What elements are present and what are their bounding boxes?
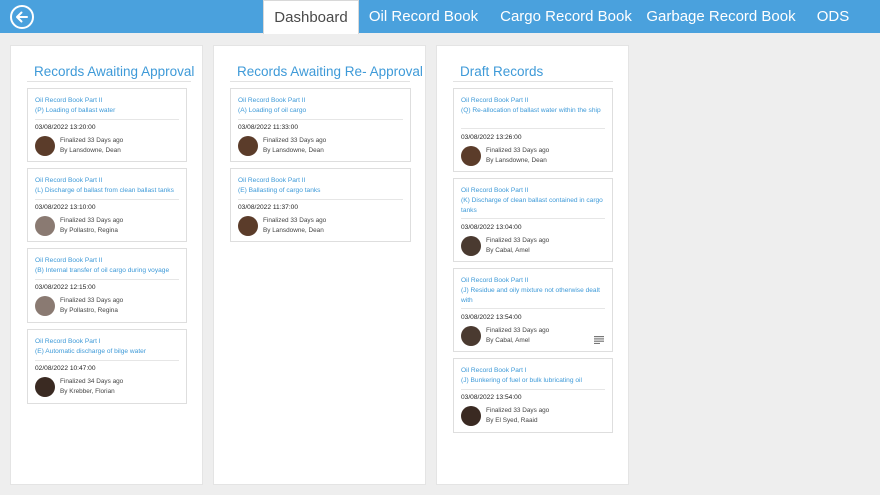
tab-cargo-record-book[interactable]: Cargo Record Book — [493, 0, 639, 33]
tab-garbage-record-book[interactable]: Garbage Record Book — [646, 0, 796, 33]
divider — [461, 128, 605, 129]
back-arrow-icon[interactable] — [10, 5, 34, 29]
divider — [453, 81, 613, 82]
author-name: By Cabal, Amel — [486, 247, 530, 254]
record-card[interactable]: Oil Record Book Part I (E) Automatic dis… — [27, 329, 187, 404]
record-date: 03/08/2022 13:20:00 — [35, 124, 96, 131]
divider — [230, 81, 410, 82]
finalized-status: Finalized 34 Days ago — [60, 378, 124, 385]
tab-dashboard[interactable]: Dashboard — [263, 0, 359, 34]
record-book-link[interactable]: Oil Record Book Part II — [461, 277, 528, 284]
divider — [461, 218, 605, 219]
record-book-link[interactable]: Oil Record Book Part II — [35, 257, 102, 264]
divider — [35, 360, 179, 361]
column-awaiting-approval: Records Awaiting Approval Oil Record Boo… — [10, 45, 203, 485]
record-book-link[interactable]: Oil Record Book Part II — [35, 97, 102, 104]
author-name: By Lansdowne, Dean — [263, 227, 324, 234]
finalized-status: Finalized 33 Days ago — [60, 137, 124, 144]
author-name: By Lansdowne, Dean — [60, 147, 121, 154]
divider — [238, 199, 403, 200]
finalized-status: Finalized 33 Days ago — [486, 147, 550, 154]
finalized-status: Finalized 33 Days ago — [263, 137, 327, 144]
divider — [461, 308, 605, 309]
record-card[interactable]: Oil Record Book Part I (J) Bunkering of … — [453, 358, 613, 433]
record-book-link[interactable]: Oil Record Book Part II — [238, 177, 305, 184]
record-card[interactable]: Oil Record Book Part II (A) Loading of o… — [230, 88, 411, 162]
divider — [35, 199, 179, 200]
tab-ods[interactable]: ODS — [808, 0, 858, 33]
record-description-link[interactable]: (J) Bunkering of fuel or bulk lubricatin… — [461, 376, 606, 386]
divider — [35, 119, 179, 120]
record-book-link[interactable]: Oil Record Book Part I — [35, 338, 101, 345]
top-navigation-bar: Dashboard Oil Record Book Cargo Record B… — [0, 0, 880, 34]
record-book-link[interactable]: Oil Record Book Part II — [238, 97, 305, 104]
record-date: 02/08/2022 10:47:00 — [35, 365, 96, 372]
record-date: 03/08/2022 13:54:00 — [461, 314, 522, 321]
finalized-status: Finalized 33 Days ago — [263, 217, 327, 224]
divider — [461, 389, 605, 390]
avatar — [35, 296, 55, 316]
author-name: By El Syed, Raaid — [486, 417, 538, 424]
record-card[interactable]: Oil Record Book Part II (B) Internal tra… — [27, 248, 187, 323]
record-description-link[interactable]: (E) Automatic discharge of bilge water — [35, 347, 180, 357]
record-card[interactable]: Oil Record Book Part II (P) Loading of b… — [27, 88, 187, 162]
record-date: 03/08/2022 11:33:00 — [238, 124, 299, 131]
avatar — [238, 136, 258, 156]
avatar — [35, 377, 55, 397]
record-description-link[interactable]: (P) Loading of ballast water — [35, 106, 180, 116]
record-date: 03/08/2022 13:26:00 — [461, 134, 522, 141]
avatar — [461, 326, 481, 346]
author-name: By Pollastro, Regina — [60, 227, 118, 234]
divider — [27, 81, 191, 82]
column-title: Records Awaiting Approval — [34, 64, 195, 79]
record-card[interactable]: Oil Record Book Part II (K) Discharge of… — [453, 178, 613, 262]
record-date: 03/08/2022 11:37:00 — [238, 204, 299, 211]
finalized-status: Finalized 33 Days ago — [60, 297, 124, 304]
record-description-link[interactable]: (K) Discharge of clean ballast contained… — [461, 196, 606, 215]
avatar — [35, 216, 55, 236]
avatar — [461, 146, 481, 166]
record-date: 03/08/2022 13:54:00 — [461, 394, 522, 401]
author-name: By Lansdowne, Dean — [263, 147, 324, 154]
record-date: 03/08/2022 13:10:00 — [35, 204, 96, 211]
avatar — [238, 216, 258, 236]
record-book-link[interactable]: Oil Record Book Part I — [461, 367, 527, 374]
record-description-link[interactable]: (B) Internal transfer of oil cargo durin… — [35, 266, 180, 276]
record-description-link[interactable]: (Q) Re-allocation of ballast water withi… — [461, 106, 606, 116]
record-date: 03/08/2022 13:04:00 — [461, 224, 522, 231]
finalized-status: Finalized 33 Days ago — [60, 217, 124, 224]
column-draft-records: Draft Records Oil Record Book Part II (Q… — [436, 45, 629, 485]
tab-oil-record-book[interactable]: Oil Record Book — [361, 0, 486, 33]
record-description-link[interactable]: (A) Loading of oil cargo — [238, 106, 404, 116]
record-card[interactable]: Oil Record Book Part II (J) Residue and … — [453, 268, 613, 352]
author-name: By Pollastro, Regina — [60, 307, 118, 314]
record-description-link[interactable]: (E) Ballasting of cargo tanks — [238, 186, 404, 196]
record-date: 03/08/2022 12:15:00 — [35, 284, 96, 291]
divider — [238, 119, 403, 120]
record-card[interactable]: Oil Record Book Part II (Q) Re-allocatio… — [453, 88, 613, 172]
record-book-link[interactable]: Oil Record Book Part II — [461, 187, 528, 194]
record-description-link[interactable]: (J) Residue and oily mixture not otherwi… — [461, 286, 606, 305]
author-name: By Cabal, Amel — [486, 337, 530, 344]
avatar — [35, 136, 55, 156]
record-card[interactable]: Oil Record Book Part II (E) Ballasting o… — [230, 168, 411, 242]
divider — [35, 279, 179, 280]
column-title: Draft Records — [460, 64, 544, 79]
finalized-status: Finalized 33 Days ago — [486, 327, 550, 334]
author-name: By Lansdowne, Dean — [486, 157, 547, 164]
column-awaiting-re-approval: Records Awaiting Re- Approval Oil Record… — [213, 45, 426, 485]
author-name: By Krebber, Florian — [60, 388, 115, 395]
notes-icon[interactable] — [594, 336, 604, 344]
record-description-link[interactable]: (L) Discharge of ballast from clean ball… — [35, 186, 180, 196]
finalized-status: Finalized 33 Days ago — [486, 407, 550, 414]
avatar — [461, 406, 481, 426]
record-book-link[interactable]: Oil Record Book Part II — [35, 177, 102, 184]
record-card[interactable]: Oil Record Book Part II (L) Discharge of… — [27, 168, 187, 242]
avatar — [461, 236, 481, 256]
finalized-status: Finalized 33 Days ago — [486, 237, 550, 244]
column-title: Records Awaiting Re- Approval — [237, 64, 423, 79]
record-book-link[interactable]: Oil Record Book Part II — [461, 97, 528, 104]
